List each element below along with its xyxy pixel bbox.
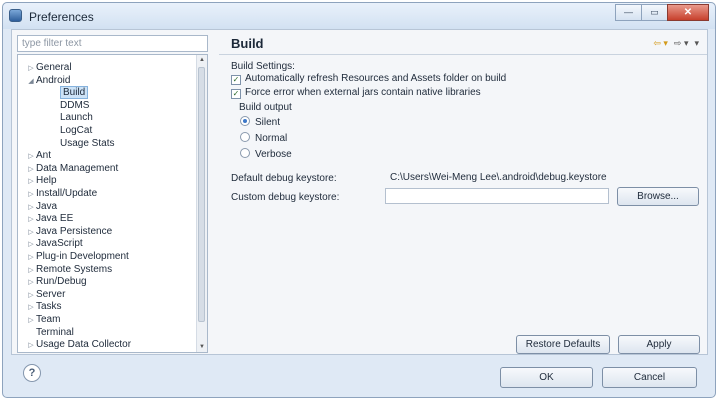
build-settings-label: Build Settings:	[231, 61, 295, 72]
tree-item-label: Usage Data Collector	[36, 339, 132, 351]
maximize-button[interactable]: ▭	[641, 4, 667, 21]
custom-keystore-input[interactable]	[385, 188, 609, 204]
tree-item[interactable]: Launch	[50, 111, 93, 124]
filter-input[interactable]: type filter text	[17, 35, 208, 52]
page-navigation: ⇦ ▾ ⇨ ▾ ▾	[653, 38, 699, 49]
caption-buttons: — ▭ ✕	[615, 4, 709, 22]
ok-button[interactable]: OK	[500, 367, 593, 388]
build-preference-page: Build ⇦ ▾ ⇨ ▾ ▾ Build Settings: ✓ Automat…	[219, 30, 707, 354]
tree-item-label: Validation	[36, 352, 79, 353]
tree-item[interactable]: Build	[50, 86, 89, 100]
radio-verbose-label: Verbose	[255, 149, 292, 160]
tree-item-label: Tasks	[36, 301, 62, 313]
tree-item[interactable]: ▷ Java EE	[26, 212, 73, 225]
tree-item[interactable]: Terminal	[26, 326, 74, 339]
radio-normal-label: Normal	[255, 133, 288, 144]
tree-item-label: LogCat	[60, 125, 93, 136]
tree-item[interactable]: Usage Stats	[50, 137, 114, 150]
build-output-label: Build output	[239, 102, 292, 113]
tree-item[interactable]: ▷ Team	[26, 313, 60, 326]
title-bar: Preferences — ▭ ✕	[3, 3, 715, 29]
tree-item-label: Terminal	[36, 326, 74, 338]
tree-item-label: Run/Debug	[36, 276, 87, 288]
apply-button[interactable]: Apply	[618, 335, 700, 354]
radio-silent-label: Silent	[255, 117, 281, 128]
default-keystore-field: C:\Users\Wei-Meng Lee\.android\debug.key…	[385, 170, 705, 186]
preferences-tree: ▷ General ◢ Android Build DDMS Launch LogCat Usa…	[17, 54, 208, 353]
tree-item[interactable]: ▷ Data Management	[26, 162, 118, 175]
tree-item-label: Server	[36, 288, 66, 300]
tree-item[interactable]: ▷ Remote Systems	[26, 263, 112, 276]
auto-refresh-label: Automatically refresh Resources and Asse…	[245, 73, 507, 84]
tree-item-label: DDMS	[60, 99, 90, 111]
cancel-button[interactable]: Cancel	[602, 367, 697, 388]
tree-item-label: Install/Update	[36, 188, 98, 199]
tree-item[interactable]: ▷ Install/Update	[26, 187, 97, 200]
tree-item-label: Ant	[36, 150, 52, 162]
tree-item-label: Data Management	[36, 162, 119, 174]
force-error-checkbox[interactable]: ✓ Force error when external jars contain …	[231, 87, 481, 99]
tree-item[interactable]: ◢ Android	[26, 74, 70, 87]
expand-arrow-icon[interactable]: ◢	[26, 75, 36, 88]
tree-item[interactable]: ▷ JavaScript	[26, 237, 83, 250]
tree-item[interactable]: Validation	[26, 351, 79, 353]
tree-item[interactable]: ▷ Plug-in Development	[26, 250, 129, 263]
scrollbar-thumb[interactable]	[198, 67, 205, 322]
browse-button[interactable]: Browse...	[617, 187, 699, 206]
tree-item-label: Build	[60, 86, 89, 100]
tree-item[interactable]: ▷ Run/Debug	[26, 275, 87, 288]
tree-item-label: General	[36, 62, 72, 73]
tree-item-label: Java EE	[36, 213, 74, 225]
close-button[interactable]: ✕	[667, 4, 709, 21]
restore-defaults-button[interactable]: Restore Defaults	[516, 335, 610, 354]
radio-verbose[interactable]: Verbose	[240, 148, 292, 160]
tree-item[interactable]: ▷ Usage Data Collector	[26, 338, 131, 351]
tree-item[interactable]: ▷ Ant	[26, 149, 51, 162]
tree-item-label: Usage Stats	[60, 137, 115, 149]
app-icon	[9, 9, 22, 22]
checkbox-checked-icon: ✓	[231, 89, 241, 99]
tree-item[interactable]: ▷ Java Persistence	[26, 225, 112, 238]
view-menu-icon[interactable]: ▾	[694, 38, 699, 49]
custom-keystore-label: Custom debug keystore:	[231, 192, 340, 203]
window-title: Preferences	[29, 10, 94, 24]
default-keystore-label: Default debug keystore:	[231, 173, 337, 184]
tree-item-label: Remote Systems	[36, 263, 113, 275]
tree-item-label: Java Persistence	[36, 225, 113, 237]
tree-item[interactable]: ▷ Server	[26, 288, 65, 301]
radio-selected-icon	[240, 116, 250, 126]
radio-unselected-icon	[240, 132, 250, 142]
back-arrow-icon[interactable]: ⇦ ▾	[653, 38, 668, 49]
tree-item[interactable]: ▷ Tasks	[26, 300, 62, 313]
tree-item-label: Launch	[60, 112, 93, 124]
page-header: Build ⇦ ▾ ⇨ ▾ ▾	[219, 30, 707, 55]
tree-item[interactable]: LogCat	[50, 124, 92, 137]
help-icon[interactable]: ?	[23, 364, 41, 382]
tree-item-label: Help	[36, 175, 57, 187]
tree-item[interactable]: ▷ General	[26, 61, 72, 74]
tree-item[interactable]: ▷ Java	[26, 200, 57, 213]
scroll-down-icon[interactable]: ▼	[197, 342, 207, 352]
preferences-window: Preferences — ▭ ✕ type filter text ▷ Gene…	[2, 2, 716, 398]
minimize-button[interactable]: —	[615, 4, 641, 21]
dialog-body: type filter text ▷ General ◢ Android Build DD…	[11, 29, 708, 355]
radio-normal[interactable]: Normal	[240, 132, 287, 144]
force-error-label: Force error when external jars contain n…	[245, 87, 481, 98]
checkbox-checked-icon: ✓	[231, 75, 241, 85]
auto-refresh-checkbox[interactable]: ✓ Automatically refresh Resources and Ass…	[231, 73, 506, 85]
tree-item-label: Android	[36, 74, 71, 86]
radio-unselected-icon	[240, 148, 250, 158]
scroll-up-icon[interactable]: ▲	[197, 55, 207, 65]
tree-item-label: Team	[36, 314, 61, 325]
tree-item-label: JavaScript	[36, 238, 83, 250]
page-title: Build	[231, 36, 264, 51]
tree-scrollbar[interactable]: ▲ ▼	[196, 55, 207, 352]
forward-arrow-icon[interactable]: ⇨ ▾	[674, 38, 689, 49]
radio-silent[interactable]: Silent	[240, 116, 280, 128]
tree-item[interactable]: DDMS	[50, 99, 89, 112]
tree-item-label: Java	[36, 200, 58, 212]
tree-item-label: Plug-in Development	[36, 251, 129, 262]
tree-item[interactable]: ▷ Help	[26, 174, 57, 187]
